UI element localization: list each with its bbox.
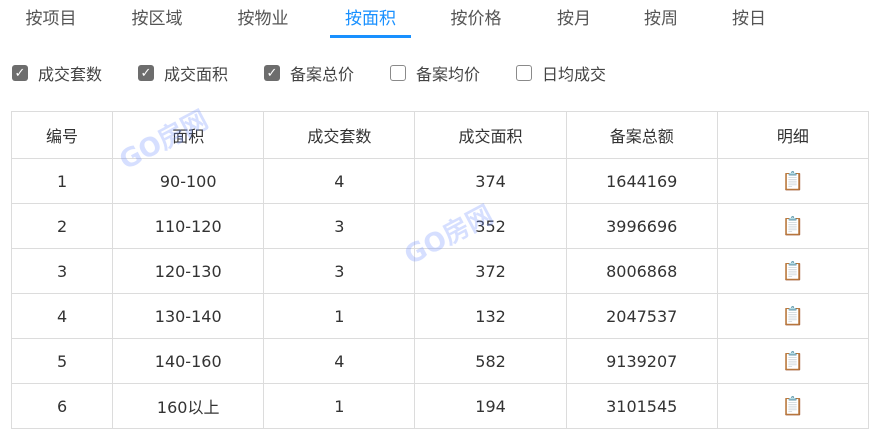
cell-area: 90-100 — [112, 158, 265, 204]
stats-table: 编号 面积 成交套数 成交面积 备案总额 明细 1 90-100 4 374 1… — [10, 111, 870, 429]
cell-deal-area: 374 — [414, 158, 567, 204]
tab-by-district[interactable]: 按区域 — [128, 0, 186, 38]
filter-label: 日均成交 — [542, 65, 607, 84]
cell-area: 160以上 — [112, 383, 265, 429]
cell-total-amount: 2047537 — [565, 293, 718, 339]
tab-by-month[interactable]: 按月 — [554, 0, 594, 38]
filter-deal-area[interactable]: ✓ 成交面积 — [138, 58, 228, 88]
tab-by-week[interactable]: 按周 — [641, 0, 681, 38]
cell-total-amount: 8006868 — [565, 248, 718, 294]
cell-area: 130-140 — [112, 293, 265, 339]
clipboard-icon[interactable]: 📋 — [782, 261, 804, 282]
filter-daily-avg[interactable]: 日均成交 — [516, 58, 606, 88]
cell-detail: 📋 — [716, 248, 870, 294]
checkbox-checked-icon[interactable]: ✓ — [264, 65, 280, 81]
filter-label: 备案总价 — [290, 65, 355, 84]
col-header-detail: 明细 — [716, 111, 870, 159]
cell-deal-count: 1 — [263, 383, 416, 429]
col-header-deal-count: 成交套数 — [263, 111, 416, 159]
cell-total-amount: 9139207 — [565, 338, 718, 384]
col-header-total-amount: 备案总额 — [565, 111, 718, 159]
cell-deal-area: 372 — [414, 248, 567, 294]
cell-detail: 📋 — [716, 338, 870, 384]
checkbox-checked-icon[interactable]: ✓ — [138, 65, 154, 81]
cell-id: 5 — [10, 338, 114, 384]
cell-deal-count: 4 — [263, 338, 416, 384]
col-header-deal-area: 成交面积 — [414, 111, 567, 159]
cell-deal-area: 582 — [414, 338, 567, 384]
cell-id: 1 — [10, 158, 114, 204]
cell-id: 3 — [10, 248, 114, 294]
table-row: 4 130-140 1 132 2047537 📋 — [10, 293, 870, 339]
cell-id: 2 — [10, 203, 114, 249]
cell-detail: 📋 — [716, 203, 870, 249]
filter-label: 成交面积 — [164, 65, 229, 84]
cell-id: 4 — [10, 293, 114, 339]
cell-detail: 📋 — [716, 383, 870, 429]
cell-total-amount: 3101545 — [565, 383, 718, 429]
checkbox-unchecked-icon[interactable] — [516, 65, 532, 81]
checkbox-unchecked-icon[interactable] — [390, 65, 406, 81]
filter-deal-count[interactable]: ✓ 成交套数 — [12, 58, 102, 88]
filter-checkboxes: ✓ 成交套数 ✓ 成交面积 ✓ 备案总价 备案均价 日均成交 — [0, 58, 877, 88]
tab-by-area[interactable]: 按面积 — [330, 0, 411, 38]
cell-id: 6 — [10, 383, 114, 429]
tab-bar: 按项目 按区域 按物业 按面积 按价格 按月 按周 按日 — [0, 0, 877, 40]
cell-deal-count: 3 — [263, 203, 416, 249]
filter-avg-price[interactable]: 备案均价 — [390, 58, 480, 88]
tab-by-price[interactable]: 按价格 — [447, 0, 505, 38]
filter-label: 备案均价 — [416, 65, 481, 84]
clipboard-icon[interactable]: 📋 — [782, 306, 804, 327]
col-header-id: 编号 — [10, 111, 114, 159]
table-row: 2 110-120 3 352 3996696 📋 — [10, 203, 870, 249]
clipboard-icon[interactable]: 📋 — [782, 351, 804, 372]
col-header-area: 面积 — [112, 111, 265, 159]
table-row: 1 90-100 4 374 1644169 📋 — [10, 158, 870, 204]
tab-by-property[interactable]: 按物业 — [234, 0, 292, 38]
clipboard-icon[interactable]: 📋 — [782, 216, 804, 237]
cell-deal-count: 1 — [263, 293, 416, 339]
table-row: 3 120-130 3 372 8006868 📋 — [10, 248, 870, 294]
cell-total-amount: 3996696 — [565, 203, 718, 249]
filter-total-price[interactable]: ✓ 备案总价 — [264, 58, 354, 88]
checkbox-checked-icon[interactable]: ✓ — [12, 65, 28, 81]
cell-deal-count: 4 — [263, 158, 416, 204]
cell-deal-area: 132 — [414, 293, 567, 339]
table-row: 6 160以上 1 194 3101545 📋 — [10, 383, 870, 429]
cell-detail: 📋 — [716, 158, 870, 204]
table-header-row: 编号 面积 成交套数 成交面积 备案总额 明细 — [10, 111, 870, 159]
filter-label: 成交套数 — [38, 65, 103, 84]
table-row: 5 140-160 4 582 9139207 📋 — [10, 338, 870, 384]
cell-deal-count: 3 — [263, 248, 416, 294]
cell-detail: 📋 — [716, 293, 870, 339]
cell-deal-area: 194 — [414, 383, 567, 429]
tab-by-day[interactable]: 按日 — [729, 0, 769, 38]
tab-by-project[interactable]: 按项目 — [22, 0, 80, 38]
clipboard-icon[interactable]: 📋 — [782, 396, 804, 417]
cell-area: 140-160 — [112, 338, 265, 384]
cell-deal-area: 352 — [414, 203, 567, 249]
clipboard-icon[interactable]: 📋 — [782, 171, 804, 192]
cell-area: 110-120 — [112, 203, 265, 249]
cell-area: 120-130 — [112, 248, 265, 294]
cell-total-amount: 1644169 — [565, 158, 718, 204]
